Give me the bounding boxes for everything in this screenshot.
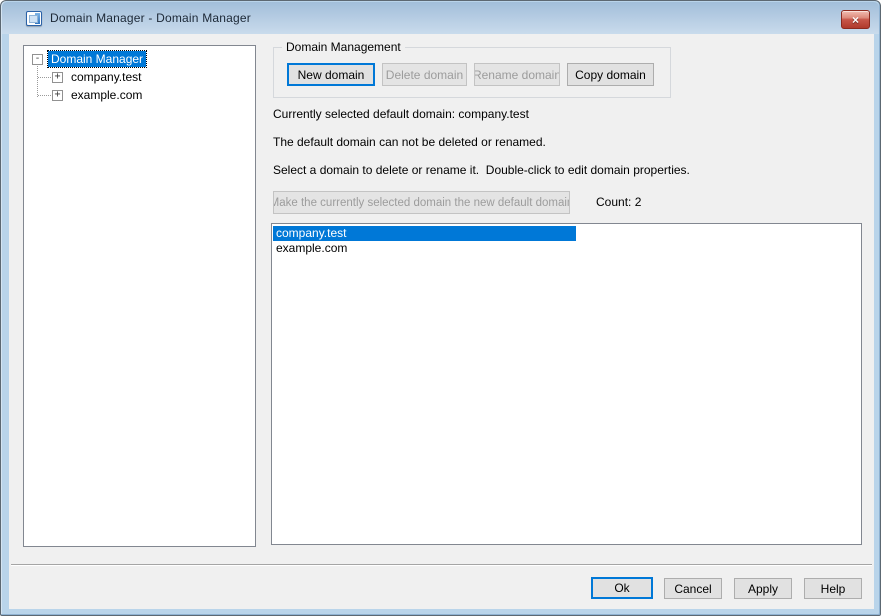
- domain-listbox[interactable]: company.test example.com: [271, 223, 862, 545]
- close-button[interactable]: ×: [841, 10, 870, 29]
- tree-item-company-test[interactable]: + company.test: [24, 68, 255, 86]
- default-domain-note: The default domain can not be deleted or…: [273, 135, 546, 149]
- delete-domain-button[interactable]: Delete domain: [382, 63, 467, 86]
- default-domain-text: Currently selected default domain: compa…: [273, 107, 529, 121]
- footer-divider: [11, 564, 872, 566]
- app-icon: [26, 11, 42, 26]
- cancel-button[interactable]: Cancel: [664, 578, 722, 599]
- tree-item-label[interactable]: example.com: [68, 87, 145, 103]
- window-title: Domain Manager - Domain Manager: [50, 11, 251, 25]
- list-item-example-com[interactable]: example.com: [273, 241, 860, 256]
- group-label: Domain Management: [282, 40, 405, 54]
- rename-domain-button[interactable]: Rename domain: [474, 63, 560, 86]
- titlebar[interactable]: Domain Manager - Domain Manager ×: [2, 2, 879, 34]
- apply-button[interactable]: Apply: [734, 578, 792, 599]
- new-domain-button[interactable]: New domain: [287, 63, 375, 86]
- dialog-window: Domain Manager - Domain Manager × - Doma…: [0, 0, 881, 616]
- domain-tree: - Domain Manager + company.test + exampl…: [24, 50, 255, 104]
- ok-button[interactable]: Ok: [591, 577, 653, 599]
- dialog-content: - Domain Manager + company.test + exampl…: [9, 34, 874, 609]
- copy-domain-button[interactable]: Copy domain: [567, 63, 654, 86]
- domain-tree-panel: - Domain Manager + company.test + exampl…: [23, 45, 256, 547]
- list-item-company-test[interactable]: company.test: [273, 226, 576, 241]
- tree-item-example-com[interactable]: + example.com: [24, 86, 255, 104]
- help-button[interactable]: Help: [804, 578, 862, 599]
- close-icon: ×: [852, 14, 859, 26]
- expand-icon[interactable]: +: [52, 90, 63, 101]
- instructions-text: Select a domain to delete or rename it. …: [273, 163, 690, 177]
- domain-count-label: Count: 2: [596, 195, 641, 209]
- make-default-button[interactable]: Make the currently selected domain the n…: [273, 191, 570, 214]
- tree-item-label[interactable]: Domain Manager: [48, 51, 146, 67]
- tree-item-domain-manager[interactable]: - Domain Manager: [24, 50, 255, 68]
- expand-icon[interactable]: +: [52, 72, 63, 83]
- tree-item-label[interactable]: company.test: [68, 69, 144, 85]
- collapse-icon[interactable]: -: [32, 54, 43, 65]
